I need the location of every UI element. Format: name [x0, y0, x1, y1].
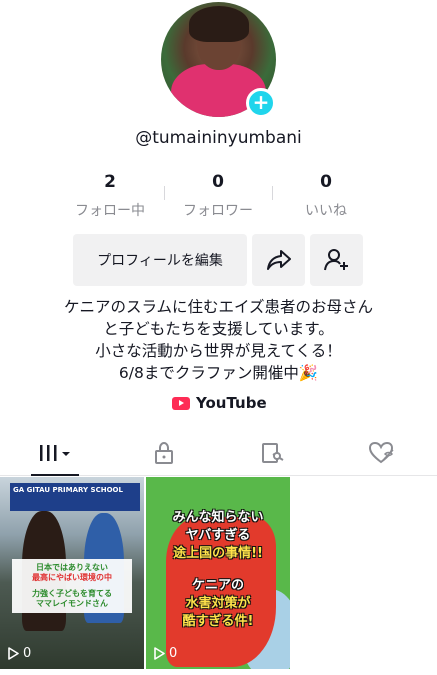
stat-following[interactable]: 2 フォロー中 — [56, 172, 164, 220]
bio-line-4: 6/8までクラファン開催中🎉 — [118, 364, 319, 382]
view-count-value: 0 — [169, 646, 178, 661]
stat-following-label: フォロー中 — [75, 203, 145, 219]
stat-likes-label: いいね — [305, 203, 347, 219]
username: @tumaininyumbani — [135, 128, 302, 148]
profile-avatar-container[interactable]: + — [161, 2, 276, 118]
profile-tabs — [0, 430, 437, 476]
thumbnail-text-line-3: 途上国の事情!! — [173, 546, 263, 561]
stat-likes-count: 0 — [320, 172, 332, 192]
stat-followers-count: 0 — [212, 172, 224, 192]
caption-line-3: 力強く子どもを育てる — [32, 589, 112, 598]
stat-followers[interactable]: 0 フォロワー — [164, 172, 272, 220]
youtube-icon — [172, 396, 190, 410]
edit-profile-button[interactable]: プロフィールを編集 — [73, 234, 247, 286]
liked-hidden-icon — [369, 441, 394, 463]
add-story-plus-icon[interactable]: + — [246, 88, 276, 118]
stat-likes[interactable]: 0 いいね — [272, 172, 380, 220]
bio-line-2: と子どもたちを支援しています。 — [103, 320, 334, 338]
share-arrow-icon — [266, 250, 291, 270]
profile-actions: プロフィールを編集 — [73, 234, 363, 286]
tab-videos[interactable] — [0, 430, 109, 476]
thumbnail-text-line-6: 酷すぎる件! — [182, 614, 254, 629]
play-icon — [154, 647, 165, 660]
view-count: 0 — [153, 646, 177, 661]
stat-following-count: 2 — [104, 172, 116, 192]
thumbnail-text-line-2: ヤバすぎる — [185, 528, 251, 543]
add-friend-button[interactable] — [310, 234, 363, 286]
tab-private[interactable] — [109, 430, 218, 475]
thumbnail-text-line-4: ケニアの — [191, 578, 244, 593]
add-person-icon — [323, 249, 348, 271]
video-thumbnail[interactable]: GA GITAU PRIMARY SCHOOL 日本ではありえない 最高にやばい… — [0, 477, 144, 669]
caption-line-4: ママレイモンドさん — [36, 599, 108, 608]
video-thumbnail[interactable]: みんな知らない ヤバすぎる 途上国の事情!! ケニアの 水害対策が 酷すぎる件!… — [146, 477, 290, 669]
view-count: 0 — [7, 646, 31, 661]
tab-liked[interactable] — [328, 430, 437, 475]
video-grid: GA GITAU PRIMARY SCHOOL 日本ではありえない 最高にやばい… — [0, 477, 290, 669]
youtube-link[interactable]: YouTube — [172, 394, 267, 412]
school-sign: GA GITAU PRIMARY SCHOOL — [10, 483, 140, 511]
thumbnail-caption: 日本ではありえない 最高にやばい環境の中 力強く子どもを育てる ママレイモンドさ… — [12, 559, 132, 613]
share-profile-button[interactable] — [252, 234, 305, 286]
avatar-hair — [189, 6, 249, 42]
stat-followers-label: フォロワー — [183, 203, 253, 219]
caption-line-1: 日本ではありえない — [36, 563, 108, 572]
bio-line-3: 小さな活動から世界が見えてくる！ — [95, 342, 342, 360]
youtube-link-label: YouTube — [196, 394, 267, 412]
grid-icon — [39, 444, 70, 461]
tagged-icon — [262, 442, 284, 463]
lock-icon — [154, 441, 173, 464]
stats-row: 2 フォロー中 0 フォロワー 0 いいね — [56, 172, 382, 220]
tab-tagged[interactable] — [219, 430, 328, 475]
thumbnail-text-line-1: みんな知らない — [172, 510, 264, 525]
caption-line-2: 最高にやばい環境の中 — [32, 573, 112, 582]
thumbnail-text-line-5: 水害対策が — [185, 596, 251, 611]
view-count-value: 0 — [23, 646, 32, 661]
bio-line-1: ケニアのスラムに住むエイズ患者のお母さん — [63, 298, 374, 316]
profile-bio: ケニアのスラムに住むエイズ患者のお母さん と子どもたちを支援しています。 小さな… — [0, 296, 437, 384]
play-icon — [8, 647, 19, 660]
